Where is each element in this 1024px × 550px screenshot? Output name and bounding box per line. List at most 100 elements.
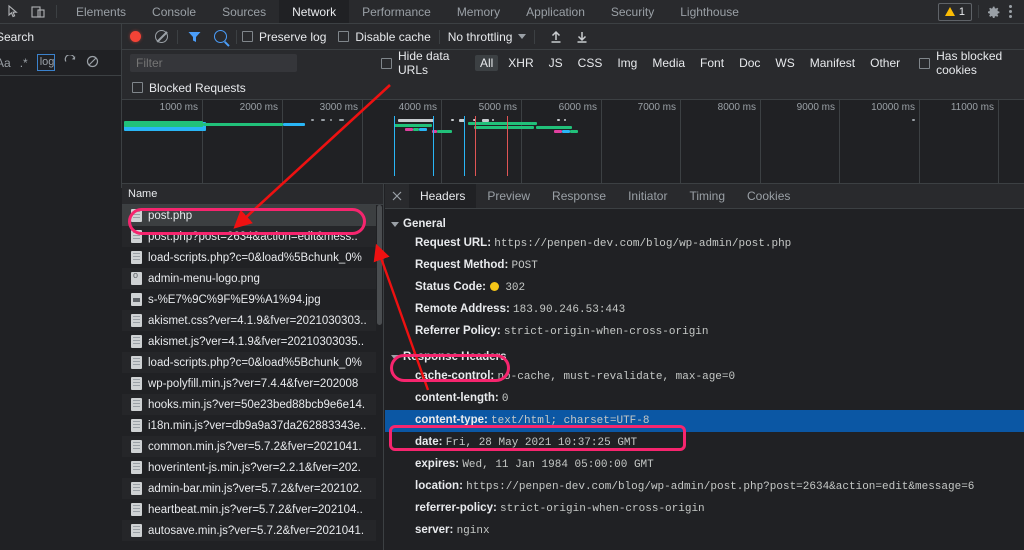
tab-timing[interactable]: Timing — [678, 184, 736, 208]
overview-band — [557, 119, 560, 121]
request-row[interactable]: load-scripts.php?c=0&load%5Bchunk_0% — [122, 352, 383, 373]
request-row[interactable]: hoverintent-js.min.js?ver=2.2.1&fver=202… — [122, 457, 383, 478]
hide-data-urls-checkbox-box[interactable] — [381, 57, 392, 69]
request-row[interactable]: wp-polyfill.min.js?ver=7.4.4&fver=202008 — [122, 373, 383, 394]
device-toolbar-icon[interactable] — [30, 4, 46, 20]
overview-tick-label: 6000 ms — [558, 102, 597, 113]
tab-console[interactable]: Console — [139, 0, 209, 23]
filter-type-doc[interactable]: Doc — [734, 55, 765, 71]
filter-type-manifest[interactable]: Manifest — [805, 55, 860, 71]
close-icon[interactable] — [385, 184, 409, 208]
tab-initiator[interactable]: Initiator — [617, 184, 678, 208]
filter-type-media[interactable]: Media — [647, 55, 690, 71]
document-file-icon — [131, 251, 142, 264]
tab-elements[interactable]: Elements — [63, 0, 139, 23]
kebab-menu-icon[interactable] — [1003, 5, 1018, 18]
filter-input[interactable] — [130, 54, 297, 72]
record-icon[interactable] — [122, 24, 148, 50]
request-row[interactable]: admin-bar.min.js?ver=5.7.2&fver=202102. — [122, 478, 383, 499]
request-row[interactable]: s-%E7%9C%9F%E9%A1%94.jpg — [122, 289, 383, 310]
jpg-image-icon — [131, 293, 142, 306]
logical-search-button[interactable]: log — [36, 54, 55, 71]
filter-type-img[interactable]: Img — [612, 55, 642, 71]
preserve-log-checkbox-box[interactable] — [242, 31, 253, 42]
overview-band — [482, 119, 489, 122]
request-row[interactable]: akismet.css?ver=4.1.9&fver=2021030303.. — [122, 310, 383, 331]
request-row[interactable]: admin-menu-logo.png — [122, 268, 383, 289]
filter-type-font[interactable]: Font — [695, 55, 729, 71]
has-blocked-cookies-checkbox-box[interactable] — [919, 57, 931, 69]
tab-performance[interactable]: Performance — [349, 0, 444, 23]
search-icon[interactable] — [207, 24, 233, 50]
tab-sources[interactable]: Sources — [209, 0, 279, 23]
tab-application[interactable]: Application — [513, 0, 598, 23]
request-row[interactable]: hooks.min.js?ver=50e23bed88bcb9e6e14. — [122, 394, 383, 415]
tab-network[interactable]: Network — [279, 0, 350, 23]
tab-response[interactable]: Response — [541, 184, 617, 208]
response-headers-section-header[interactable]: Response Headers — [385, 348, 1024, 366]
tab-memory[interactable]: Memory — [444, 0, 513, 23]
filter-type-other[interactable]: Other — [865, 55, 905, 71]
export-har-icon[interactable] — [569, 24, 595, 50]
toolbar-divider-1 — [177, 29, 178, 44]
tab-cookies[interactable]: Cookies — [736, 184, 801, 208]
header-row-request-method: Request Method: POST — [385, 255, 1024, 277]
throttling-value: No throttling — [447, 29, 513, 44]
filter-type-ws[interactable]: WS — [770, 55, 799, 71]
disable-cache-checkbox[interactable]: Disable cache — [338, 30, 431, 44]
request-list-scrollbar[interactable] — [376, 205, 383, 550]
response-header-row-content-type[interactable]: content-type: text/html; charset=UTF-8 — [385, 410, 1024, 432]
header-row-remote-address: Remote Address: 183.90.246.53:443 — [385, 299, 1024, 321]
clear-network-icon[interactable] — [148, 24, 174, 50]
document-file-icon — [131, 230, 142, 243]
network-overview-timeline[interactable]: 1000 ms 2000 ms 3000 ms 4000 ms 5000 ms … — [122, 100, 1024, 184]
response-header-row-cache-control: cache-control: no-cache, must-revalidate… — [385, 366, 1024, 388]
filter-type-js[interactable]: JS — [544, 55, 568, 71]
tabbar-right-divider — [978, 5, 979, 18]
request-row[interactable]: load-scripts.php?c=0&load%5Bchunk_0% — [122, 247, 383, 268]
request-row[interactable]: i18n.min.js?ver=db9a9a37da262883343e.. — [122, 415, 383, 436]
request-row[interactable]: akismet.js?ver=4.1.9&fver=20210303035.. — [122, 331, 383, 352]
preserve-log-checkbox[interactable]: Preserve log — [242, 30, 326, 44]
request-list[interactable]: Name post.php post.php?post=2634&action=… — [122, 184, 384, 550]
filter-type-all[interactable]: All — [474, 55, 499, 71]
overview-tick-label: 8000 ms — [717, 102, 756, 113]
tab-security[interactable]: Security — [598, 0, 667, 23]
request-row-post-php[interactable]: post.php — [122, 205, 383, 226]
general-section-header[interactable]: General — [385, 215, 1024, 233]
disable-cache-checkbox-box[interactable] — [338, 31, 350, 42]
search-drawer-tools: Aa .* log — [0, 50, 121, 76]
scrollbar-thumb[interactable] — [377, 205, 382, 325]
chevron-down-icon — [518, 34, 527, 39]
network-toolbar: Preserve log Disable cache No throttling — [122, 24, 1024, 50]
refresh-icon[interactable] — [64, 53, 77, 71]
tab-headers[interactable]: Headers — [409, 184, 477, 208]
import-har-icon[interactable] — [543, 24, 569, 50]
request-row[interactable]: common.min.js?ver=5.7.2&fver=2021041. — [122, 436, 383, 457]
filter-type-xhr[interactable]: XHR — [503, 55, 538, 71]
tabbar-right-controls: 1 — [937, 0, 1024, 23]
blocked-requests-checkbox[interactable]: Blocked Requests — [132, 81, 246, 95]
filter-funnel-icon[interactable] — [181, 24, 207, 50]
blocked-requests-checkbox-box[interactable] — [132, 82, 143, 93]
has-blocked-cookies-checkbox[interactable]: Has blocked cookies — [919, 49, 1024, 77]
search-drawer-title: Search — [0, 30, 35, 44]
request-row[interactable]: post.php?post=2634&action=edit&mess.. — [122, 226, 383, 247]
gear-icon[interactable] — [985, 4, 1001, 20]
inspect-element-icon[interactable] — [6, 4, 22, 20]
filter-type-css[interactable]: CSS — [573, 55, 608, 71]
document-file-icon — [131, 461, 142, 474]
throttling-dropdown[interactable]: No throttling — [448, 30, 527, 44]
overview-band — [564, 119, 566, 121]
tab-lighthouse[interactable]: Lighthouse — [667, 0, 752, 23]
match-case-button[interactable]: Aa — [0, 56, 11, 70]
request-row[interactable]: autosave.min.js?ver=5.7.2&fver=2021041. — [122, 520, 383, 541]
request-row[interactable]: heartbeat.min.js?ver=5.7.2&fver=202104.. — [122, 499, 383, 520]
regex-button[interactable]: .* — [20, 56, 28, 70]
document-file-icon — [131, 524, 142, 537]
warning-badge[interactable]: 1 — [937, 2, 972, 21]
hide-data-urls-checkbox[interactable]: Hide data URLs — [381, 49, 465, 77]
devtools-tab-strip: Elements Console Sources Network Perform… — [63, 0, 752, 23]
clear-icon[interactable] — [86, 55, 99, 71]
tab-preview[interactable]: Preview — [476, 184, 541, 208]
